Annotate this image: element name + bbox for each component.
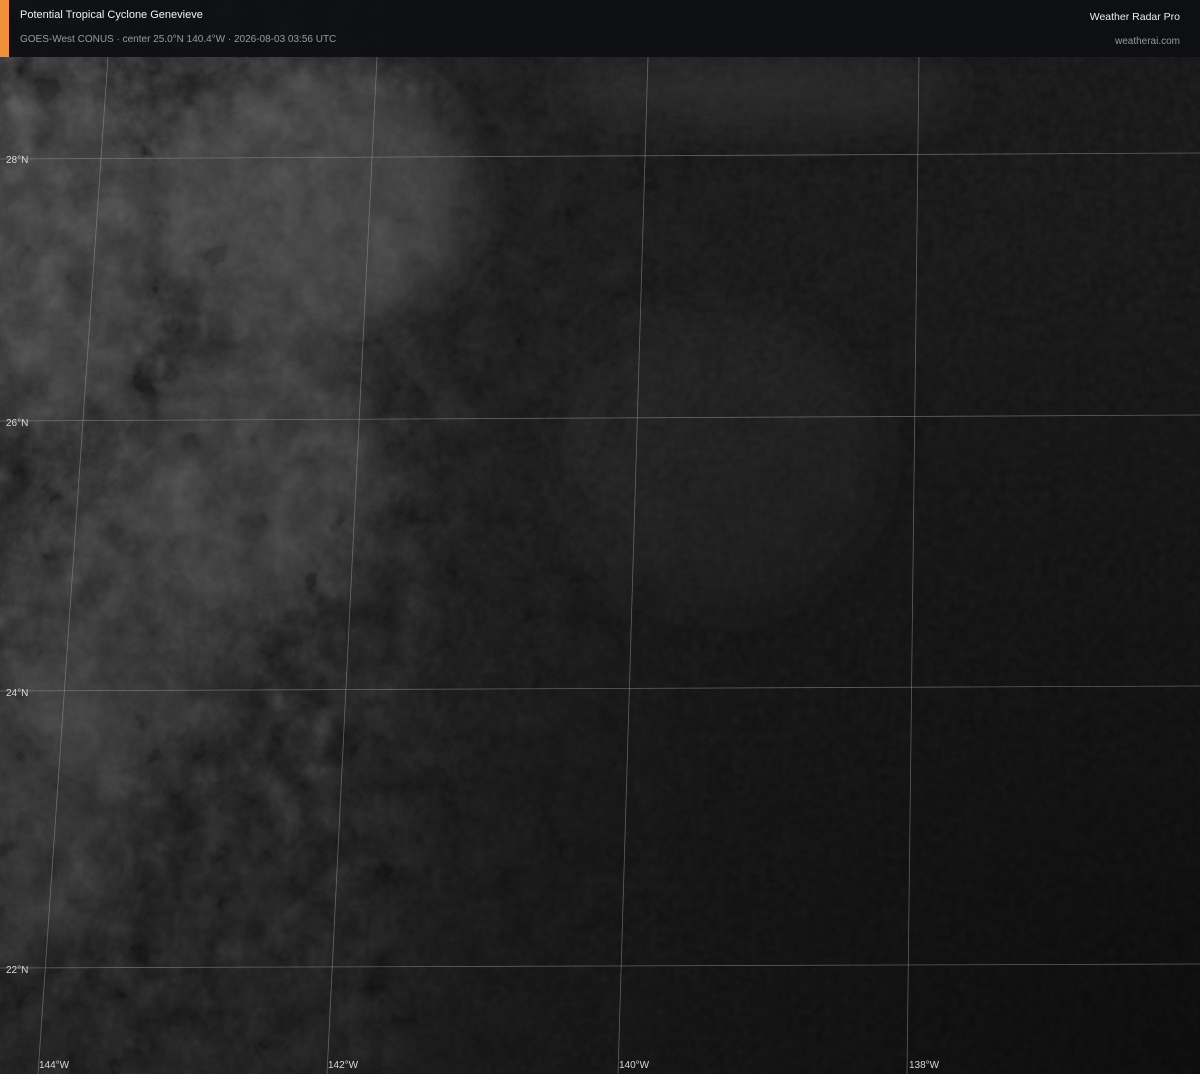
satellite-imagery: 28°N 26°N 24°N 22°N 144°W 142°W 140°W 138°W bbox=[0, 0, 1200, 1074]
map-viewport[interactable]: 28°N 26°N 24°N 22°N 144°W 142°W 140°W 138°W Pot… bbox=[0, 0, 1200, 1074]
latitude-label: 26°N bbox=[6, 418, 28, 429]
header-bar: Potential Tropical Cyclone Genevieve GOE… bbox=[0, 0, 1200, 57]
site-link[interactable]: weatherai.com bbox=[1115, 36, 1180, 47]
storm-title: Potential Tropical Cyclone Genevieve bbox=[20, 9, 203, 21]
accent-stripe bbox=[0, 0, 9, 57]
latitude-label: 24°N bbox=[6, 688, 28, 699]
longitude-label: 140°W bbox=[619, 1060, 650, 1071]
imagery-subtitle: GOES-West CONUS · center 25.0°N 140.4°W … bbox=[20, 34, 337, 45]
longitude-label: 138°W bbox=[909, 1060, 940, 1071]
longitude-label: 142°W bbox=[328, 1060, 359, 1071]
brand-name: Weather Radar Pro bbox=[1089, 11, 1180, 23]
latitude-label: 22°N bbox=[6, 965, 28, 976]
latitude-label: 28°N bbox=[6, 155, 28, 166]
longitude-label: 144°W bbox=[39, 1060, 70, 1071]
